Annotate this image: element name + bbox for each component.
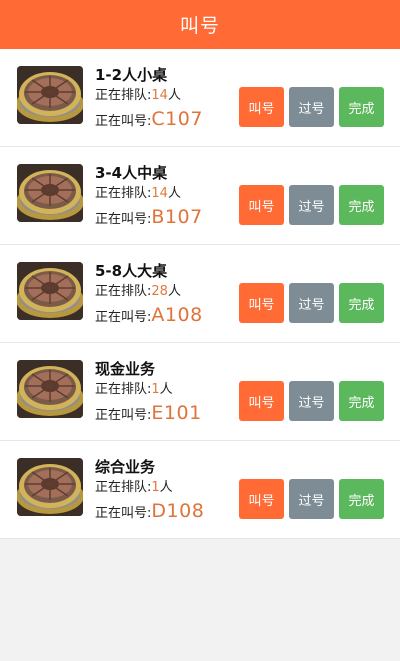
done-button[interactable]: 完成 [339, 185, 384, 225]
calling-status: 正在叫号:D108 [95, 499, 235, 523]
skip-button[interactable]: 过号 [289, 479, 334, 519]
calling-number: B107 [151, 206, 203, 228]
queue-status: 正在排队:28人 [95, 282, 235, 302]
done-button[interactable]: 完成 [339, 283, 384, 323]
grill-plate-image [17, 262, 83, 320]
calling-label: 正在叫号: [95, 506, 152, 521]
skip-button[interactable]: 过号 [289, 381, 334, 421]
table-type-name: 现金业务 [95, 360, 156, 378]
calling-label: 正在叫号: [95, 408, 152, 423]
queue-status: 正在排队:1人 [95, 380, 235, 400]
queue-label: 正在排队: [95, 284, 152, 299]
queue-count: 28 [151, 284, 168, 299]
call-button[interactable]: 叫号 [239, 381, 284, 421]
done-button[interactable]: 完成 [339, 381, 384, 421]
queue-count: 14 [151, 186, 168, 201]
queue-count: 1 [151, 382, 160, 397]
list-item: 1-2人小桌 正在排队:14人 正在叫号:C107 叫号 过号 完成 [0, 49, 400, 147]
call-button[interactable]: 叫号 [239, 283, 284, 323]
table-type-name: 3-4人中桌 [95, 164, 168, 182]
table-type-name: 5-8人大桌 [95, 262, 168, 280]
skip-button[interactable]: 过号 [289, 87, 334, 127]
skip-button[interactable]: 过号 [289, 283, 334, 323]
queue-label: 正在排队: [95, 382, 152, 397]
done-button[interactable]: 完成 [339, 87, 384, 127]
calling-status: 正在叫号:C107 [95, 107, 235, 131]
calling-number: A108 [151, 304, 203, 326]
list-item: 5-8人大桌 正在排队:28人 正在叫号:A108 叫号 过号 完成 [0, 245, 400, 343]
page-title: 叫号 [179, 15, 220, 37]
queue-status: 正在排队:14人 [95, 184, 235, 204]
calling-status: 正在叫号:E101 [95, 401, 235, 425]
calling-label: 正在叫号: [95, 212, 152, 227]
queue-label: 正在排队: [95, 480, 152, 495]
call-button[interactable]: 叫号 [239, 185, 284, 225]
calling-status: 正在叫号:B107 [95, 205, 235, 229]
queue-unit: 人 [167, 186, 181, 201]
queue-label: 正在排队: [95, 88, 152, 103]
table-type-name: 综合业务 [95, 458, 156, 476]
list-item: 3-4人中桌 正在排队:14人 正在叫号:B107 叫号 过号 完成 [0, 147, 400, 245]
table-type-name: 1-2人小桌 [95, 66, 168, 84]
grill-plate-image [17, 66, 83, 124]
calling-status: 正在叫号:A108 [95, 303, 235, 327]
skip-button[interactable]: 过号 [289, 185, 334, 225]
queue-unit: 人 [167, 284, 181, 299]
queue-status: 正在排队:1人 [95, 478, 235, 498]
queue-unit: 人 [167, 88, 181, 103]
list-item: 综合业务 正在排队:1人 正在叫号:D108 叫号 过号 完成 [0, 441, 400, 539]
grill-plate-image [17, 458, 83, 516]
calling-label: 正在叫号: [95, 114, 152, 129]
queue-unit: 人 [159, 382, 173, 397]
call-button[interactable]: 叫号 [239, 479, 284, 519]
done-button[interactable]: 完成 [339, 479, 384, 519]
grill-plate-image [17, 164, 83, 222]
queue-unit: 人 [159, 480, 173, 495]
grill-plate-image [17, 360, 83, 418]
calling-number: C107 [151, 108, 203, 130]
calling-number: D108 [151, 500, 205, 522]
queue-list: 1-2人小桌 正在排队:14人 正在叫号:C107 叫号 过号 完成 3-4人中… [0, 49, 400, 539]
calling-number: E101 [151, 402, 202, 424]
list-item: 现金业务 正在排队:1人 正在叫号:E101 叫号 过号 完成 [0, 343, 400, 441]
queue-label: 正在排队: [95, 186, 152, 201]
queue-count: 1 [151, 480, 160, 495]
call-button[interactable]: 叫号 [239, 87, 284, 127]
queue-status: 正在排队:14人 [95, 86, 235, 106]
app-header: 叫号 [0, 0, 400, 49]
calling-label: 正在叫号: [95, 310, 152, 325]
queue-count: 14 [151, 88, 168, 103]
